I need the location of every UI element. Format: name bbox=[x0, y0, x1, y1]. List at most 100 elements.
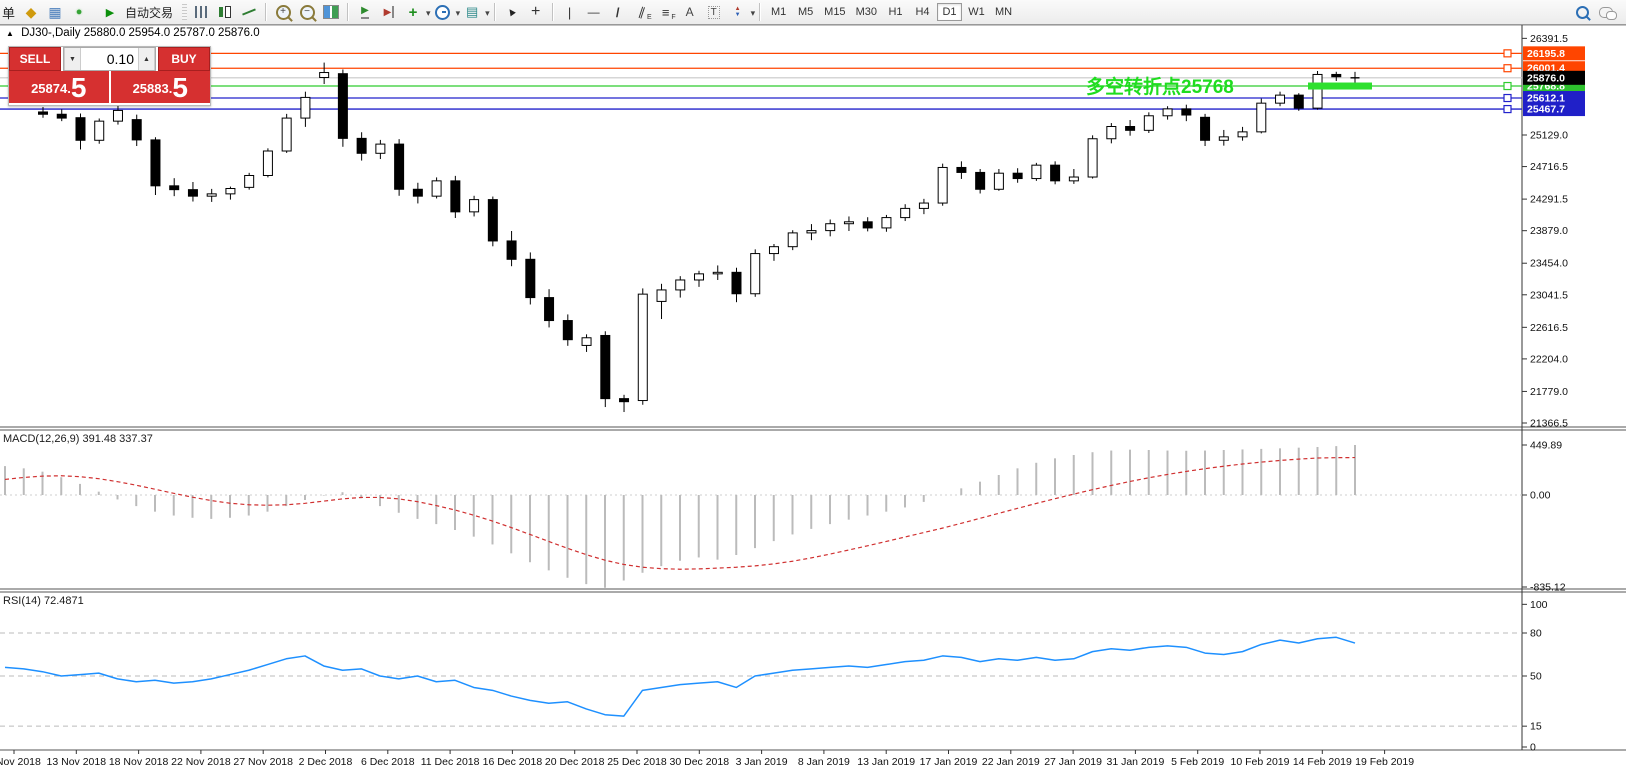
svg-text:22616.5: 22616.5 bbox=[1530, 322, 1568, 334]
line-chart-mode-icon[interactable] bbox=[237, 2, 261, 22]
svg-text:22204.0: 22204.0 bbox=[1530, 353, 1568, 365]
volume-increase-button[interactable]: ▲ bbox=[138, 48, 155, 70]
svg-text:50: 50 bbox=[1530, 670, 1542, 682]
tile-windows-icon[interactable] bbox=[319, 2, 343, 22]
crosshair-icon[interactable] bbox=[524, 2, 548, 22]
timeframe-button-m30[interactable]: M30 bbox=[852, 3, 881, 21]
rsi-label: RSI(14) 72.4871 bbox=[3, 595, 84, 607]
svg-text:3 Jan 2019: 3 Jan 2019 bbox=[736, 756, 788, 768]
svg-text:2 Dec 2018: 2 Dec 2018 bbox=[299, 756, 353, 768]
buy-button[interactable]: BUY bbox=[158, 47, 210, 71]
indicators-icon[interactable] bbox=[401, 2, 425, 22]
toolbar-separator bbox=[347, 3, 349, 21]
timeframe-button-h1[interactable]: H1 bbox=[883, 3, 908, 21]
svg-text:22 Jan 2019: 22 Jan 2019 bbox=[982, 756, 1040, 768]
chart-ohlc: 25880.0 25954.0 25787.0 25876.0 bbox=[84, 27, 260, 39]
chart-symbol: DJ30-,Daily bbox=[21, 27, 80, 39]
fibonacci-tool-icon[interactable] bbox=[654, 2, 678, 22]
buy-price[interactable]: 25883.5 bbox=[111, 71, 211, 103]
bar-chart-mode-icon[interactable] bbox=[189, 2, 213, 22]
price-badges: 26195.826001.425768.825612.125467.725876… bbox=[1523, 46, 1585, 116]
svg-text:11 Dec 2018: 11 Dec 2018 bbox=[421, 756, 480, 768]
svg-text:8 Jan 2019: 8 Jan 2019 bbox=[798, 756, 850, 768]
svg-text:18 Nov 2018: 18 Nov 2018 bbox=[109, 756, 169, 768]
svg-text:100: 100 bbox=[1530, 599, 1548, 611]
zoom-in-icon[interactable] bbox=[271, 2, 295, 22]
trendline-tool-icon[interactable] bbox=[606, 2, 630, 22]
collapse-icon[interactable]: ▲ bbox=[6, 29, 14, 38]
volume-spinner: ▼ ▲ bbox=[63, 47, 156, 71]
svg-text:25467.7: 25467.7 bbox=[1527, 104, 1565, 116]
signals-icon[interactable] bbox=[67, 2, 91, 22]
sell-button[interactable]: SELL bbox=[9, 47, 61, 71]
timeframe-button-d1[interactable]: D1 bbox=[937, 3, 962, 21]
templates-dropdown-caret[interactable] bbox=[484, 3, 490, 21]
svg-text:23879.0: 23879.0 bbox=[1530, 225, 1568, 237]
svg-text:25129.0: 25129.0 bbox=[1530, 130, 1568, 142]
sell-price-main: 25874. bbox=[31, 79, 71, 99]
timeframe-button-w1[interactable]: W1 bbox=[964, 3, 989, 21]
svg-text:23454.0: 23454.0 bbox=[1530, 258, 1568, 270]
timeframe-button-mn[interactable]: MN bbox=[991, 3, 1016, 21]
chart-title: ▲ DJ30-,Daily 25880.0 25954.0 25787.0 25… bbox=[6, 27, 260, 39]
candlestick-mode-icon[interactable] bbox=[213, 2, 237, 22]
buy-price-main: 25883. bbox=[133, 79, 173, 99]
cursor-icon[interactable] bbox=[500, 2, 524, 22]
autotrading-label: 自动交易 bbox=[125, 4, 173, 21]
chart-frame bbox=[0, 25, 1626, 750]
svg-text:30 Dec 2018: 30 Dec 2018 bbox=[670, 756, 730, 768]
autotrading-icon bbox=[98, 2, 122, 22]
svg-text:31 Jan 2019: 31 Jan 2019 bbox=[1106, 756, 1164, 768]
svg-text:-835.12: -835.12 bbox=[1530, 582, 1566, 594]
svg-text:17 Jan 2019: 17 Jan 2019 bbox=[920, 756, 978, 768]
svg-text:13 Nov 2018: 13 Nov 2018 bbox=[47, 756, 107, 768]
svg-text:6 Dec 2018: 6 Dec 2018 bbox=[361, 756, 415, 768]
svg-text:24291.5: 24291.5 bbox=[1530, 194, 1568, 206]
timeframe-button-h4[interactable]: H4 bbox=[910, 3, 935, 21]
sell-price-big: 5 bbox=[71, 75, 87, 101]
mt4-window: 单 自动交易 bbox=[0, 0, 1626, 771]
sell-price[interactable]: 25874.5 bbox=[9, 71, 109, 103]
svg-text:8 Nov 2018: 8 Nov 2018 bbox=[0, 756, 41, 768]
chat-icon[interactable] bbox=[1594, 2, 1618, 22]
macd-pane bbox=[0, 445, 1522, 588]
arrows-tool-icon[interactable] bbox=[726, 2, 750, 22]
svg-text:23041.5: 23041.5 bbox=[1530, 289, 1568, 301]
timeframe-button-m5[interactable]: M5 bbox=[793, 3, 818, 21]
chart-shift-icon[interactable] bbox=[377, 2, 401, 22]
auto-scroll-icon[interactable] bbox=[353, 2, 377, 22]
volume-decrease-button[interactable]: ▼ bbox=[64, 48, 81, 70]
text-tool-icon[interactable] bbox=[678, 2, 702, 22]
channel-tool-icon[interactable] bbox=[630, 2, 654, 22]
rsi-pane bbox=[0, 633, 1522, 726]
horizontal-line-tool-icon[interactable] bbox=[582, 2, 606, 22]
data-window-icon[interactable] bbox=[43, 2, 67, 22]
arrows-dropdown-caret[interactable] bbox=[750, 3, 756, 21]
timeframe-button-m1[interactable]: M1 bbox=[766, 3, 791, 21]
timeframe-buttons: M1M5M15M30H1H4D1W1MN bbox=[765, 3, 1017, 21]
templates-icon[interactable] bbox=[460, 2, 484, 22]
new-order-button[interactable]: 单 bbox=[2, 3, 15, 22]
vertical-line-tool-icon[interactable] bbox=[558, 2, 582, 22]
zoom-out-icon[interactable] bbox=[295, 2, 319, 22]
svg-text:24716.5: 24716.5 bbox=[1530, 161, 1568, 173]
toolbar: 单 自动交易 bbox=[0, 0, 1626, 25]
svg-text:0: 0 bbox=[1530, 742, 1536, 754]
periods-icon[interactable] bbox=[431, 2, 455, 22]
svg-text:21779.0: 21779.0 bbox=[1530, 386, 1568, 398]
svg-text:80: 80 bbox=[1530, 628, 1542, 640]
text-label-tool-icon[interactable] bbox=[702, 2, 726, 22]
market-watch-icon[interactable] bbox=[19, 2, 43, 22]
autotrading-button[interactable]: 自动交易 bbox=[93, 2, 178, 22]
volume-input[interactable] bbox=[81, 50, 138, 68]
svg-text:22 Nov 2018: 22 Nov 2018 bbox=[171, 756, 231, 768]
search-icon[interactable] bbox=[1570, 2, 1594, 22]
toolbar-separator bbox=[552, 3, 554, 21]
toolbar-grip[interactable] bbox=[182, 4, 187, 20]
macd-label: MACD(12,26,9) 391.48 337.37 bbox=[3, 433, 153, 445]
timeframe-button-m15[interactable]: M15 bbox=[820, 3, 849, 21]
svg-text:27 Jan 2019: 27 Jan 2019 bbox=[1044, 756, 1102, 768]
svg-text:13 Jan 2019: 13 Jan 2019 bbox=[857, 756, 915, 768]
toolbar-separator bbox=[759, 3, 761, 21]
order-row: SELL ▼ ▲ BUY bbox=[9, 47, 210, 71]
